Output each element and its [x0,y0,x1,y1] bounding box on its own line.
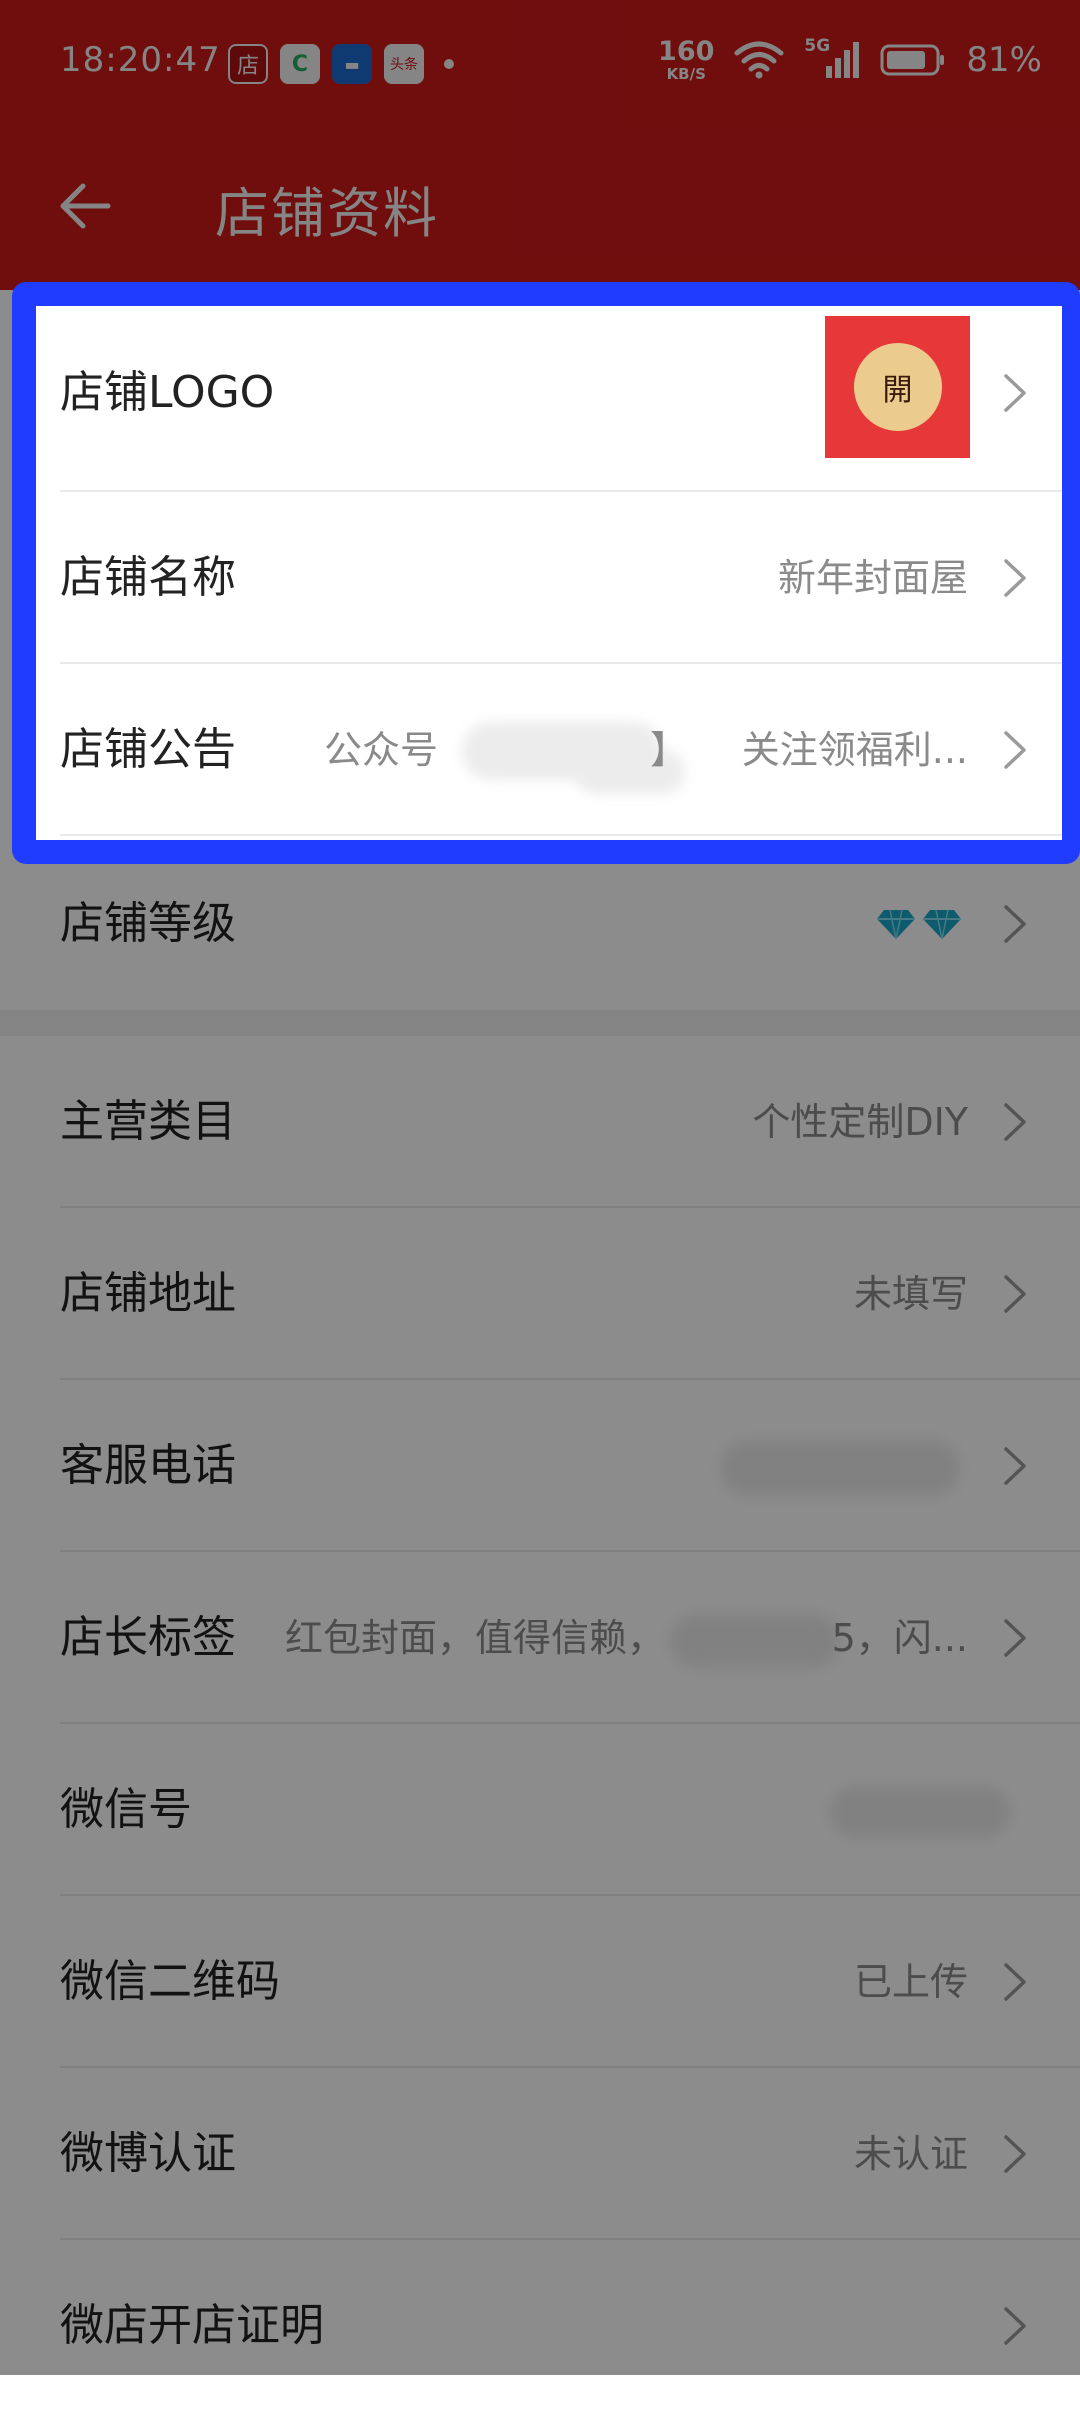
refresh-app-icon: C [280,44,320,84]
list-row-phone[interactable]: 客服电话 [0,1380,1080,1552]
more-notifications-dot [444,59,454,69]
logo-coin: 開 [853,343,942,431]
chevron-right-icon [1004,2135,1026,2173]
list-row-wechat-qr[interactable]: 微信二维码 已上传 [0,1896,1080,2068]
row-value: 个性定制DIY [752,1100,968,1144]
row-value-prefix: 红包封面，值得信赖， [285,1616,666,1660]
nav-bar: 店铺资料 [0,125,1080,290]
row-label: 客服电话 [60,1440,236,1491]
row-divider [60,834,1062,836]
chevron-right-icon [1004,374,1026,412]
chevron-right-icon [1004,2307,1026,2345]
redacted-tag [670,1614,840,1668]
row-label: 微信号 [60,1784,192,1835]
message-app-glyph: ▬ [344,54,360,74]
row-value: 关注领福利... [741,728,968,772]
network-speed: 160 KB/S [658,38,714,82]
message-app-icon: ▬ [332,44,372,84]
row-label: 店长标签 [60,1612,236,1663]
diamond-icon [923,909,961,940]
chevron-right-icon [1004,1447,1026,1485]
back-arrow-icon [60,183,111,229]
highlighted-section: 店铺LOGO 開 店铺名称 新年封面屋 店铺公告 公众号 】 关注领福利... [36,306,1062,840]
signal-bars-icon [826,42,860,78]
row-value: 未认证 [853,2132,968,2176]
row-label: 店铺名称 [60,552,236,603]
list-row-address[interactable]: 店铺地址 未填写 [0,1208,1080,1380]
chevron-right-icon [1004,1963,1026,2001]
notification-icons: 店 C ▬ 头条 [228,44,454,84]
back-button[interactable] [50,171,120,241]
chevron-right-icon [1004,1619,1026,1657]
notice-bracket: 】 [649,728,688,772]
signal-indicator: 5G [804,36,860,80]
row-label: 微店开店证明 [60,2300,324,2351]
row-value: 未填写 [853,1272,968,1316]
redacted-wechat-id [830,1786,1010,1838]
chevron-right-icon [1004,905,1026,943]
news-app-icon: 头条 [384,44,424,84]
list-row-certificate[interactable]: 微店开店证明 [0,2240,1080,2412]
store-logo-image: 開 [825,316,970,458]
redacted-phone [720,1440,960,1496]
store-app-icon: 店 [228,44,268,84]
battery-icon [880,44,945,76]
news-app-glyph: 头条 [390,57,418,73]
wifi-icon [734,41,784,79]
level-diamonds [876,908,962,940]
battery-percent: 81% [966,40,1042,80]
row-label: 店铺LOGO [60,367,275,418]
list-row-category[interactable]: 主营类目 个性定制DIY [0,1036,1080,1208]
app-header: 18:20:47 店 C ▬ 头条 160 KB/S 5G 81% 店铺资料 [0,0,1080,290]
row-value: 已上传 [853,1960,968,2004]
chevron-right-icon [1004,1275,1026,1313]
list-row-logo[interactable]: 店铺LOGO 開 [36,306,1062,492]
diamond-icon [877,909,915,940]
chevron-right-icon [1004,1103,1026,1141]
row-label: 店铺等级 [60,898,236,949]
status-time: 18:20:47 [60,40,221,80]
chevron-right-icon [1004,559,1026,597]
row-label: 微信二维码 [60,1956,280,2007]
row-value: 5，闪... [831,1616,968,1660]
row-label: 微博认证 [60,2128,236,2179]
chevron-right-icon [1004,731,1026,769]
page-title: 店铺资料 [215,182,439,245]
list-row-name[interactable]: 店铺名称 新年封面屋 [36,492,1062,664]
network-speed-unit: KB/S [666,65,706,83]
row-label: 店铺公告 [60,724,236,775]
row-label: 店铺地址 [60,1268,236,1319]
row-label: 主营类目 [60,1096,236,1147]
section-divider [0,1010,1080,1036]
list-row-wechat[interactable]: 微信号 [0,1724,1080,1896]
list-row-notice[interactable]: 店铺公告 公众号 】 关注领福利... [36,664,1062,836]
row-value-prefix: 公众号 [324,728,439,772]
status-right: 160 KB/S 5G 81% [658,36,1042,82]
status-bar: 18:20:47 店 C ▬ 头条 160 KB/S 5G 81% [0,0,1080,125]
list-row-tags[interactable]: 店长标签 红包封面，值得信赖， 5，闪... [0,1552,1080,1724]
logo-glyph: 開 [882,373,913,408]
list-row-weibo[interactable]: 微博认证 未认证 [0,2068,1080,2240]
list-row-level[interactable]: 店铺等级 [0,838,1080,1010]
row-value: 新年封面屋 [777,556,968,600]
refresh-app-glyph: C [291,51,309,77]
store-app-glyph: 店 [236,54,259,79]
network-speed-value: 160 [658,36,715,67]
